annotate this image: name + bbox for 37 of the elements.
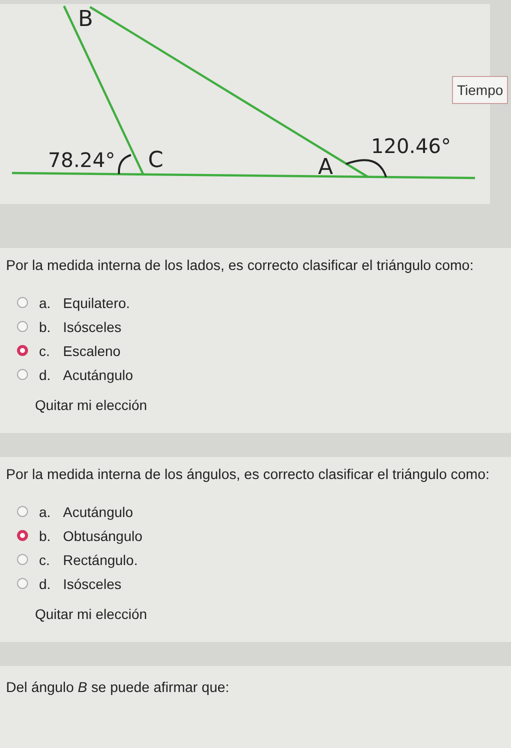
option-letter: b. bbox=[39, 318, 52, 334]
option-label[interactable]: Isósceles bbox=[63, 576, 122, 592]
radio-button[interactable] bbox=[17, 530, 28, 541]
option-letter: a. bbox=[39, 504, 52, 520]
option-label[interactable]: Equilatero. bbox=[63, 294, 130, 310]
option-letter: a. bbox=[39, 294, 52, 310]
option-label[interactable]: Acutángulo bbox=[63, 504, 134, 520]
option-label[interactable]: Rectángulo. bbox=[63, 552, 138, 568]
vertex-label: A bbox=[318, 155, 334, 180]
option-letter: c. bbox=[39, 552, 51, 568]
option-letter: d. bbox=[39, 366, 52, 382]
radio-button[interactable] bbox=[17, 297, 28, 308]
option-label[interactable]: Obtusángulo bbox=[63, 528, 142, 544]
radio-button[interactable] bbox=[17, 369, 28, 380]
radio-button[interactable] bbox=[17, 345, 28, 356]
vertex-label: C bbox=[148, 148, 164, 173]
radio-button[interactable] bbox=[17, 321, 28, 332]
angle-arc-icon bbox=[118, 154, 132, 174]
option-label[interactable]: Escaleno bbox=[63, 342, 121, 358]
vertex-label: B bbox=[78, 7, 94, 32]
timer-button[interactable]: Tiempo bbox=[452, 76, 508, 104]
option-label[interactable]: Acutángulo bbox=[63, 366, 134, 382]
angle-arc-icon bbox=[346, 159, 387, 178]
angle-label: 78.24° bbox=[48, 148, 116, 172]
option-letter: b. bbox=[39, 528, 52, 544]
option-label[interactable]: Isósceles bbox=[63, 318, 122, 334]
clear-choice-link[interactable]: Quitar mi elección bbox=[35, 606, 148, 622]
radio-button[interactable] bbox=[17, 578, 28, 589]
option-letter: d. bbox=[39, 576, 52, 592]
radio-button[interactable] bbox=[17, 554, 28, 565]
option-letter: c. bbox=[39, 342, 51, 358]
question-text: Por la medida interna de los lados, es correcto clasificar el triángulo como: bbox=[6, 258, 475, 274]
clear-choice-link[interactable]: Quitar mi elección bbox=[35, 397, 148, 413]
question-text: Del ángulo B se puede afirmar que: bbox=[6, 680, 230, 696]
radio-button[interactable] bbox=[17, 506, 28, 517]
question-text: Por la medida interna de los ángulos, es correcto clasificar el triángulo como: bbox=[6, 467, 490, 483]
angle-label: 120.46° bbox=[371, 134, 451, 158]
